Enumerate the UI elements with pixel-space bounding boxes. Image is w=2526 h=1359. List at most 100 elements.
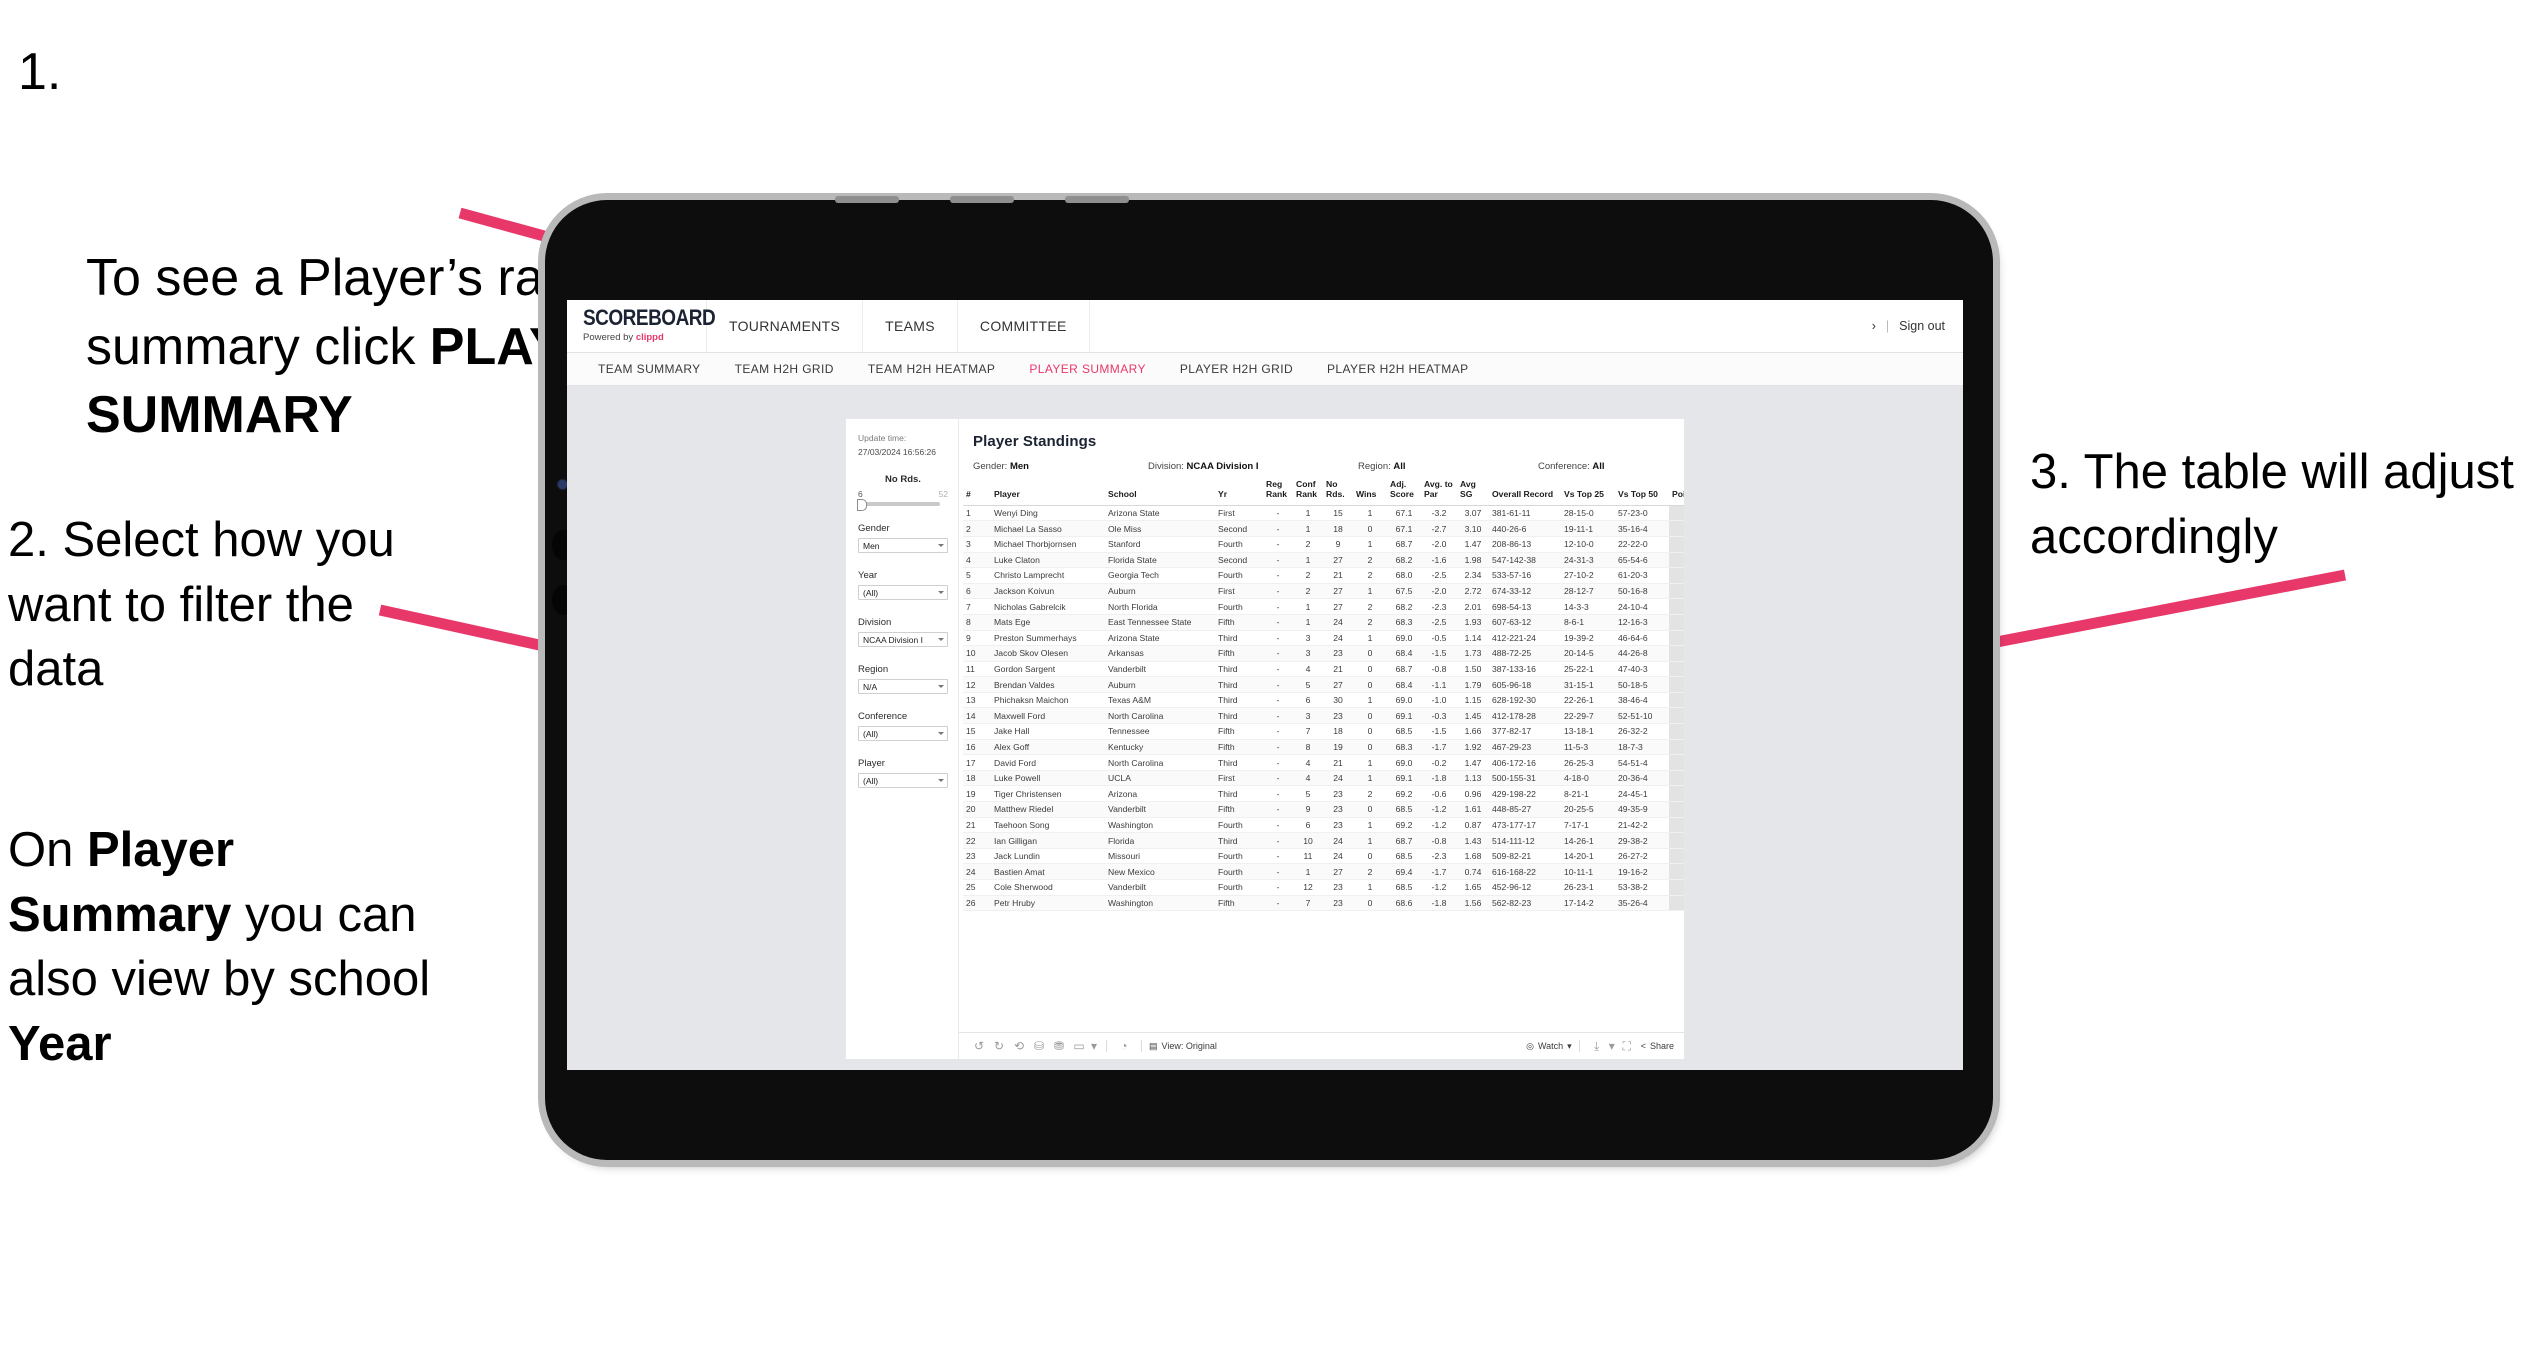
- table-row[interactable]: 15 Jake Hall Tennessee Fifth -7 18 0 68.5 -1.5 1.…: [963, 723, 1684, 740]
- slider-handle[interactable]: [857, 499, 867, 511]
- table-row[interactable]: 5 Christo Lamprecht Georgia Tech Fourth -2 21…: [963, 567, 1684, 584]
- cell-: 3: [963, 536, 991, 553]
- tab-team-summary[interactable]: TEAM SUMMARY: [581, 362, 718, 376]
- division-select[interactable]: NCAA Division I: [858, 632, 948, 647]
- pause-icon[interactable]: ⛃: [1049, 1039, 1069, 1053]
- col-vs-top-50[interactable]: Vs Top 50: [1615, 480, 1669, 506]
- table-row[interactable]: 19 Tiger Christensen Arizona Third -5 23 2 69.2…: [963, 785, 1684, 803]
- player-select[interactable]: (All): [858, 773, 948, 788]
- user-avatar[interactable]: ›: [1872, 319, 1876, 333]
- table-row[interactable]: 12 Brendan Valdes Auburn Third -5 27 0 68.4 -1.1…: [963, 676, 1684, 693]
- table-row[interactable]: 13 Phichaksn Maichon Texas A&M Third -6 30 1 69…: [963, 692, 1684, 709]
- revert-icon[interactable]: ⟲: [1009, 1039, 1029, 1053]
- gender-select[interactable]: Men: [858, 538, 948, 553]
- table-row[interactable]: 10 Jacob Skov Olesen Arkansas Fifth -3 23 0 68.…: [963, 645, 1684, 662]
- cell-player: Taehoon Song: [991, 817, 1105, 834]
- col-points[interactable]: Points: [1669, 480, 1684, 506]
- table-row[interactable]: 14 Maxwell Ford North Carolina Third -3 23 0 69…: [963, 707, 1684, 725]
- tab-player-h2h-grid[interactable]: PLAYER H2H GRID: [1163, 362, 1310, 376]
- col-player[interactable]: Player: [991, 480, 1105, 506]
- table-row[interactable]: 11 Gordon Sargent Vanderbilt Third -4 21 0 68.7…: [963, 661, 1684, 678]
- tab-team-h2h-grid[interactable]: TEAM H2H GRID: [718, 362, 851, 376]
- history-icon[interactable]: ◔: [1114, 1039, 1134, 1053]
- cell-wins: 1: [1353, 536, 1387, 553]
- cell-yr: Third: [1215, 630, 1263, 647]
- table-row[interactable]: 16 Alex Goff Kentucky Fifth -8 19 0 68.3 -1.7 1.9…: [963, 739, 1684, 756]
- conference-select[interactable]: (All): [858, 726, 948, 741]
- table-row[interactable]: 3 Michael Thorbjornsen Stanford Fourth -2 9 1 6…: [963, 536, 1684, 553]
- table-row[interactable]: 6 Jackson Koivun Auburn First -2 27 1 67.5 -2.0 2…: [963, 583, 1684, 600]
- table-row[interactable]: 20 Matthew Riedel Vanderbilt Fifth -9 23 0 68.5…: [963, 801, 1684, 818]
- annotation-step-2: 2. Select how you want to filter the dat…: [8, 513, 395, 697]
- cell-avg-sg: 1.13: [1457, 770, 1489, 787]
- share-button[interactable]: < Share: [1641, 1041, 1674, 1051]
- cell-wins: 2: [1353, 598, 1387, 615]
- tablet-top-slot: [1065, 196, 1129, 203]
- table-row[interactable]: 8 Mats Ege East Tennessee State Fifth -1 24 2 6…: [963, 614, 1684, 631]
- download-icon[interactable]: ⤓: [1587, 1039, 1607, 1054]
- cell-no-rds: 27: [1323, 863, 1353, 880]
- region-select[interactable]: N/A: [858, 679, 948, 694]
- col-rank[interactable]: #: [963, 480, 991, 506]
- cell-yr: First: [1215, 583, 1263, 600]
- redo-icon[interactable]: ↻: [989, 1039, 1009, 1053]
- table-row[interactable]: 17 David Ford North Carolina Third -4 21 1 69.0…: [963, 754, 1684, 771]
- year-select[interactable]: (All): [858, 585, 948, 600]
- cell-vs-top-25: 14-3-3: [1561, 598, 1615, 615]
- cell-vs-top-50: 52-51-10: [1615, 707, 1669, 725]
- col-reg-rank[interactable]: Reg Rank: [1263, 480, 1293, 506]
- tab-player-h2h-heatmap[interactable]: PLAYER H2H HEATMAP: [1310, 362, 1485, 376]
- refresh-icon[interactable]: ⛁: [1029, 1039, 1049, 1053]
- table-row[interactable]: 9 Preston Summerhays Arizona State Third -3 2…: [963, 630, 1684, 647]
- table-row[interactable]: 23 Jack Lundin Missouri Fourth -11 24 0 68.5 -2.…: [963, 848, 1684, 865]
- col-yr[interactable]: Yr: [1215, 480, 1263, 506]
- col-overall-record[interactable]: Overall Record: [1489, 480, 1561, 506]
- cell-reg-rank: -: [1263, 567, 1293, 584]
- view-dropdown-icon[interactable]: ▭: [1069, 1039, 1089, 1053]
- fullscreen-icon[interactable]: ⛶: [1617, 1039, 1637, 1054]
- sign-out-link[interactable]: Sign out: [1899, 319, 1945, 333]
- cell-wins: 0: [1353, 661, 1387, 678]
- col-vs-top-25[interactable]: Vs Top 25: [1561, 480, 1615, 506]
- standings-table-wrapper[interactable]: # Player School Yr Reg Rank Conf Rank No…: [959, 480, 1684, 1032]
- col-adj-score[interactable]: Adj. Score: [1387, 480, 1421, 506]
- table-row[interactable]: 22 Ian Gilligan Florida Third -10 24 1 68.7 -0.8…: [963, 832, 1684, 849]
- col-avg-to-par[interactable]: Avg. to Par: [1421, 480, 1457, 506]
- table-row[interactable]: 2 Michael La Sasso Ole Miss Second -1 18 0 67.1…: [963, 520, 1684, 537]
- nav-committee[interactable]: COMMITTEE: [958, 300, 1090, 352]
- col-conf-rank[interactable]: Conf Rank: [1293, 480, 1323, 506]
- brand-logo[interactable]: SCOREBOARD Powered by clippd: [567, 300, 716, 352]
- nav-tournaments[interactable]: TOURNAMENTS: [707, 300, 864, 352]
- col-avg-sg[interactable]: Avg SG: [1457, 480, 1489, 506]
- cell-conf-rank: 1: [1293, 614, 1323, 631]
- meta-division: Division: NCAA Division I: [1148, 461, 1358, 472]
- table-row[interactable]: 21 Taehoon Song Washington Fourth -6 23 1 69.2-…: [963, 817, 1684, 834]
- tab-player-summary[interactable]: PLAYER SUMMARY: [1012, 362, 1163, 376]
- annotation-step-3-bold-2: Year: [8, 1017, 112, 1072]
- col-wins[interactable]: Wins: [1353, 480, 1387, 506]
- table-row[interactable]: 18 Luke Powell UCLA First -4 24 1 69.1 -1.8 1.13 5…: [963, 770, 1684, 787]
- table-row[interactable]: 1 Wenyi Ding Arizona State First -1 15 1 67.1 -3…: [963, 505, 1684, 522]
- year-value: (All): [863, 587, 879, 598]
- watch-button[interactable]: ◎ Watch ▾: [1526, 1041, 1572, 1052]
- cell-overall-record: 547-142-38: [1489, 552, 1561, 569]
- chevron-down-icon[interactable]: ▾: [1089, 1039, 1099, 1053]
- table-row[interactable]: 26 Petr Hruby Washington Fifth -7 23 0 68.6 -1.8…: [963, 895, 1684, 912]
- table-row[interactable]: 7 Nicholas Gabrelcik North Florida Fourth -1…: [963, 598, 1684, 615]
- tab-team-h2h-heatmap[interactable]: TEAM H2H HEATMAP: [851, 362, 1013, 376]
- cell-avg-sg: 1.79: [1457, 676, 1489, 693]
- cell-: 1: [963, 505, 991, 522]
- cell-avg-sg: 3.10: [1457, 520, 1489, 537]
- table-row[interactable]: 24 Bastien Amat New Mexico Fourth -1 27 2 69.4-…: [963, 863, 1684, 880]
- chevron-down-icon[interactable]: ▾: [1607, 1039, 1617, 1053]
- table-row[interactable]: 25 Cole Sherwood Vanderbilt Fourth -12 23 1 68.…: [963, 879, 1684, 896]
- view-original-button[interactable]: ▤ View: Original: [1149, 1041, 1217, 1052]
- undo-icon[interactable]: ↺: [969, 1039, 989, 1053]
- col-school[interactable]: School: [1105, 480, 1215, 506]
- toolbar-divider: [1106, 1040, 1107, 1052]
- nav-teams[interactable]: TEAMS: [863, 300, 958, 352]
- table-row[interactable]: 4 Luke Claton Florida State Second -1 27 2 68.2…: [963, 552, 1684, 569]
- col-no-rds[interactable]: No Rds.: [1323, 480, 1353, 506]
- cell-vs-top-25: 28-15-0: [1561, 505, 1615, 522]
- no-rds-slider[interactable]: [857, 499, 940, 511]
